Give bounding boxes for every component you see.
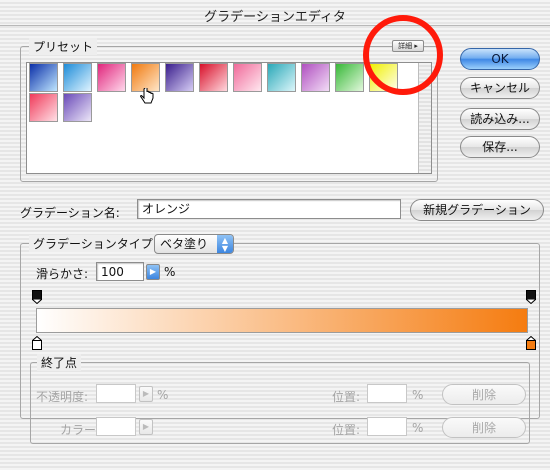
opacity-unit: % bbox=[157, 388, 169, 402]
window-title: グラデーションエディタ bbox=[204, 10, 346, 25]
opacity-delete-button[interactable]: 削除 bbox=[442, 384, 526, 405]
preset-swatch-teal[interactable] bbox=[267, 63, 296, 92]
preset-swatch-violet[interactable] bbox=[301, 63, 330, 92]
color-position-unit: % bbox=[412, 421, 424, 435]
color-position-label: 位置: bbox=[332, 423, 361, 437]
preset-swatch-cyan-blue[interactable] bbox=[63, 63, 92, 92]
cancel-button[interactable]: キャンセル bbox=[460, 77, 540, 99]
smoothness-field[interactable]: 100 bbox=[96, 262, 144, 281]
smoothness-unit: % bbox=[164, 265, 176, 279]
popup-arrows-icon: ▲ ▼ bbox=[217, 235, 233, 253]
color-position-field[interactable] bbox=[367, 417, 407, 436]
opacity-position-label: 位置: bbox=[332, 390, 361, 404]
opacity-field[interactable] bbox=[96, 384, 136, 403]
title-bar: グラデーションエディタ bbox=[0, 0, 550, 26]
color-stop-right[interactable] bbox=[526, 335, 536, 350]
color-stop-left[interactable] bbox=[32, 335, 42, 350]
preset-swatch-red[interactable] bbox=[199, 63, 228, 92]
gradient-preview-bar[interactable] bbox=[36, 308, 528, 333]
preset-swatch-magenta[interactable] bbox=[97, 63, 126, 92]
highlight-ring bbox=[363, 15, 443, 95]
opacity-position-unit: % bbox=[412, 388, 424, 402]
opacity-stop-right[interactable] bbox=[526, 290, 536, 305]
hand-cursor-icon bbox=[139, 86, 155, 106]
preset-swatch-lavender[interactable] bbox=[63, 93, 92, 122]
gradient-type-label: グラデーションタイプ: bbox=[29, 235, 161, 252]
preset-swatch-purple[interactable] bbox=[165, 63, 194, 92]
preset-swatch-green[interactable] bbox=[335, 63, 364, 92]
gradient-type-value: ベタ塗り bbox=[160, 237, 209, 251]
ok-button[interactable]: OK bbox=[460, 48, 540, 70]
gradient-name-label: グラデーション名: bbox=[20, 206, 120, 220]
gradient-type-popup[interactable]: ベタ塗り ▲ ▼ bbox=[154, 234, 234, 254]
color-delete-button[interactable]: 削除 bbox=[442, 417, 526, 438]
load-button[interactable]: 読み込み... bbox=[460, 108, 540, 130]
save-button[interactable]: 保存... bbox=[460, 136, 540, 158]
new-gradient-button[interactable]: 新規グラデーション bbox=[410, 199, 544, 221]
presets-label: プリセット bbox=[29, 38, 98, 55]
gradient-name-field[interactable]: オレンジ bbox=[137, 199, 401, 219]
opacity-label: 不透明度: bbox=[36, 390, 89, 404]
color-swatch-field[interactable] bbox=[96, 417, 136, 436]
color-label: カラー: bbox=[60, 423, 101, 437]
smoothness-label: 滑らかさ: bbox=[36, 267, 89, 281]
opacity-stop-left[interactable] bbox=[32, 290, 42, 305]
stops-label: 終了点 bbox=[37, 354, 82, 371]
opacity-arrow-button[interactable]: ▶ bbox=[139, 386, 153, 402]
smoothness-arrow-button[interactable]: ▶ bbox=[146, 264, 160, 280]
preset-swatch-blue[interactable] bbox=[29, 63, 58, 92]
preset-swatch-pink[interactable] bbox=[233, 63, 262, 92]
color-arrow-button[interactable]: ▶ bbox=[139, 419, 153, 435]
preset-swatch-rose[interactable] bbox=[29, 93, 58, 122]
swatch-grid bbox=[29, 63, 419, 122]
opacity-position-field[interactable] bbox=[367, 384, 407, 403]
